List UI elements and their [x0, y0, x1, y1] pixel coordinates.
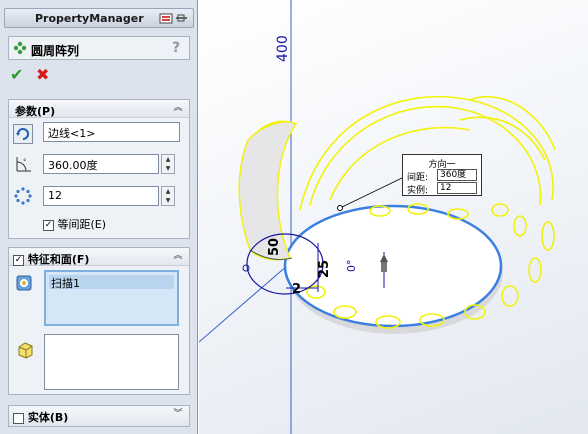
bodies-header[interactable]: 实体(B) ︾: [9, 406, 189, 426]
rotation-axis-icon[interactable]: [13, 124, 33, 144]
angle-icon: °: [16, 157, 31, 172]
origin-point: [242, 264, 250, 272]
feature-header: 圆周阵列 ?: [8, 36, 190, 60]
collapse-icon[interactable]: ︽: [172, 250, 184, 262]
bodies-checkbox[interactable]: [13, 412, 24, 424]
parameters-title: 参数(P): [15, 105, 56, 118]
model-preview: 400 50 25 2 0°: [199, 0, 556, 434]
circular-pattern-icon: [13, 41, 27, 55]
ok-button[interactable]: ✔: [10, 67, 26, 83]
list-item[interactable]: 扫描1: [49, 275, 174, 290]
instance-count-field[interactable]: 12: [43, 186, 159, 206]
collapse-icon[interactable]: ︽: [172, 102, 184, 114]
count-spinner[interactable]: ▲ ▼: [161, 186, 175, 206]
features-faces-checkbox[interactable]: ✓: [13, 254, 24, 266]
parameters-header[interactable]: 参数(P) ︽: [9, 100, 189, 118]
direction-callout[interactable]: 方向一 间距: 360度 实例: 12: [402, 154, 482, 196]
bodies-group: 实体(B) ︾: [8, 405, 190, 427]
expand-icon[interactable]: ︾: [172, 408, 184, 420]
graphics-viewport[interactable]: 400 50 25 2 0°: [199, 0, 588, 434]
property-manager-tab: PropertyManager: [4, 8, 194, 28]
equal-spacing-option[interactable]: ✓ 等间距(E): [43, 216, 106, 232]
features-faces-group: ✓ 特征和面(F) ︽ 扫描1: [8, 247, 190, 395]
equal-spacing-label: 等间距(E): [57, 218, 107, 231]
callout-count-label: 实例:: [407, 186, 429, 196]
dim-25-label: 25: [317, 260, 332, 278]
callout-spacing-field[interactable]: 360度: [437, 169, 477, 181]
callout-count-field[interactable]: 12: [437, 182, 477, 194]
angle-spinner[interactable]: ▲ ▼: [161, 154, 175, 174]
instance-count-icon: [14, 187, 32, 205]
features-faces-header[interactable]: ✓ 特征和面(F) ︽: [9, 248, 189, 266]
features-faces-title: ✓ 特征和面(F): [13, 253, 90, 266]
angle-field[interactable]: 360.00度: [43, 154, 159, 174]
feature-title: 圆周阵列: [31, 44, 80, 58]
dim-angle-label: 0°: [345, 260, 358, 273]
face-select-icon: [18, 342, 33, 359]
features-list[interactable]: 扫描1: [44, 270, 179, 326]
dim-50-label: 50: [267, 238, 282, 256]
dim-2-label: 2: [292, 282, 301, 297]
faces-list[interactable]: [44, 334, 179, 390]
callout-spacing-label: 间距:: [407, 173, 429, 183]
axis-edge-field[interactable]: 边线<1>: [43, 122, 180, 142]
property-manager-title: PropertyManager: [35, 12, 144, 25]
svg-text:°: °: [23, 158, 27, 166]
help-icon[interactable]: ?: [169, 40, 183, 56]
pin-icon[interactable]: [159, 12, 189, 25]
dim-400-label: 400: [275, 35, 291, 62]
cancel-button[interactable]: ✖: [36, 67, 52, 83]
parameters-group: 参数(P) ︽ 边线<1> ° 360.00度 ▲ ▼ 12 ▲ ▼ ✓ 等间距…: [8, 99, 190, 239]
callout-leader: [339, 177, 403, 209]
property-manager-panel: PropertyManager 圆周阵列 ? ✔ ✖ 参数(P) ︽ 边线<1>…: [0, 0, 198, 434]
feature-select-icon: [16, 275, 32, 291]
equal-spacing-checkbox[interactable]: ✓: [43, 219, 54, 231]
bodies-title: 实体(B): [13, 409, 68, 425]
